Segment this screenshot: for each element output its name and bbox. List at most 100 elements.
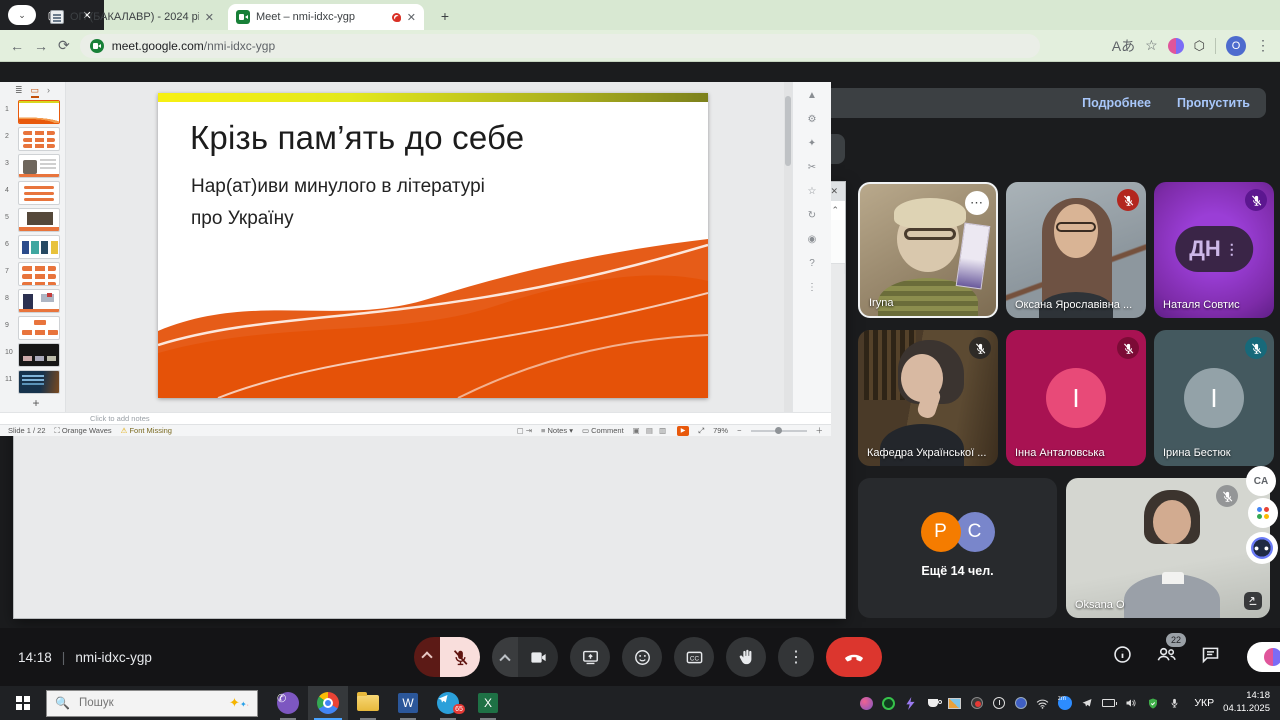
address-bar[interactable]: meet.google.com/nmi-idxc-ygp [80,34,1040,58]
ca-floating-bubble[interactable]: CA [1246,466,1276,496]
outline-view-icon[interactable]: ≣ [15,85,23,98]
language-indicator[interactable]: УКР [1186,697,1222,709]
start-button[interactable] [0,686,46,720]
taskbar-excel[interactable]: X [468,686,508,720]
side-star-icon[interactable]: ☆ [808,186,817,197]
browser-tab-2[interactable]: Meet – nmi-idxc-ygp ✕ [228,4,424,30]
tab-search-button[interactable]: ⌄ [8,5,36,25]
apps-grid-bubble[interactable] [1248,498,1278,528]
more-options-button[interactable]: ⋮ [778,637,814,677]
tray-zoom-icon[interactable]: zm [1054,690,1075,716]
participant-tile-natalia[interactable]: ДН⋮ Наталя Совтис [1154,182,1274,318]
camera-control[interactable] [492,637,558,677]
end-call-button[interactable] [826,637,882,677]
side-eye-icon[interactable]: ◉ [808,234,817,245]
notes-area[interactable]: Click to add notes [0,412,831,424]
details-button[interactable]: Подробнее [1082,96,1151,110]
tray-battery-icon[interactable] [1098,690,1119,716]
new-tab-button[interactable]: + [436,7,454,25]
mic-options-chevron[interactable] [414,637,440,677]
tray-blue-ring-icon[interactable] [1010,690,1031,716]
reactions-button[interactable] [622,637,662,677]
tray-clock[interactable]: 14:18 04.11.2025 [1223,690,1274,716]
scrollbar-thumb[interactable] [785,96,791,166]
tray-telegram-icon[interactable] [1076,690,1097,716]
more-participants-tile[interactable]: P C Ещё 14 чел. [858,478,1057,618]
taskbar-word[interactable]: W [388,686,428,720]
captions-button[interactable] [674,637,714,677]
extensions-puzzle-icon[interactable]: ⬡ [1194,38,1205,54]
tile-options-button[interactable]: ⋯ [965,191,989,215]
side-more-icon[interactable]: ⋮ [807,282,817,293]
side-clip-icon[interactable]: ✂ [808,162,816,173]
font-missing-warning[interactable]: ⚠ Font Missing [121,426,172,435]
tray-defender-icon[interactable] [1142,690,1163,716]
tray-lightning-icon[interactable] [900,690,921,716]
participant-tile-iryna[interactable]: ⋯ Iryna [858,182,998,318]
raise-hand-button[interactable] [726,637,766,677]
view-mode-icons[interactable]: ▣ ▤ ▥ [633,426,668,435]
tray-shield-green-icon[interactable] [878,690,899,716]
collapse-ribbon-icon[interactable]: ⌃ [831,205,839,216]
tray-photos-icon[interactable] [944,690,965,716]
notes-toggle[interactable]: ≡ Notes ▾ [541,426,573,435]
zoom-slider[interactable] [751,430,807,432]
slide-thumbnail-8[interactable] [18,289,60,313]
slide-thumbnail-9[interactable] [18,316,60,340]
close-tab-icon[interactable]: ✕ [205,11,214,24]
zoom-out-button[interactable]: − [737,426,741,435]
participant-tile-inna[interactable]: І Інна Анталовська [1006,330,1146,466]
taskbar-explorer[interactable] [348,686,388,720]
reload-icon[interactable]: ⟳ [58,37,70,54]
mic-muted-button[interactable] [440,637,480,677]
present-button[interactable] [570,637,610,677]
brain-extension-pill[interactable] [1247,642,1280,672]
search-input[interactable] [77,696,207,710]
slide-thumbnail-5[interactable] [18,208,60,232]
tray-mic-icon[interactable] [1164,690,1185,716]
side-help-icon[interactable]: ? [809,258,815,269]
copilot-sparkle-icon[interactable]: ✦✦· [229,695,249,711]
tray-clock-icon[interactable] [988,690,1009,716]
back-icon[interactable]: ← [10,38,24,54]
taskbar-search[interactable]: 🔍 ✦✦· [46,690,258,717]
slide-thumbnail-7[interactable] [18,262,60,286]
participant-tile-iryna-b[interactable]: І Ірина Бестюк [1154,330,1274,466]
zoom-in-button[interactable]: ＋ [816,425,824,436]
people-button[interactable]: 22 [1155,643,1178,671]
slide-thumbnail-4[interactable] [18,181,60,205]
camera-options-chevron[interactable] [492,637,518,677]
ai-robot-bubble[interactable]: ● ● [1246,532,1278,564]
profile-avatar[interactable]: O [1226,36,1246,56]
scroll-up-icon[interactable]: ▲ [807,90,817,101]
slide-view-icon[interactable]: ▭ [31,85,40,98]
expand-panel-icon[interactable]: › [47,85,50,98]
add-slide-button[interactable]: + [28,396,44,410]
participant-tile-oksana-ya[interactable]: Оксана Ярославівна ... [1006,182,1146,318]
browser-tab-1[interactable]: ОП (БАКАЛАВР) - 2024 рік впр ✕ [42,4,222,30]
tray-volume-icon[interactable] [1120,690,1141,716]
side-properties-icon[interactable]: ⚙ [808,114,817,125]
pip-icon[interactable] [1244,592,1262,610]
slideshow-play-button[interactable]: ▶ [677,426,689,436]
slide-thumbnail-1[interactable] [18,100,60,124]
status-icons[interactable]: ▢ ⇥ [517,426,532,435]
tray-record-icon[interactable] [966,690,987,716]
theme-name[interactable]: ⛶ Orange Waves [55,426,112,436]
meeting-info-button[interactable] [1112,644,1133,670]
forward-icon[interactable]: → [34,38,48,54]
slide-thumbnail-11[interactable] [18,370,60,394]
self-view-tile[interactable]: Oksana O [1066,478,1270,618]
bookmark-star-icon[interactable]: ☆ [1145,37,1158,54]
taskbar-telegram[interactable]: 65 [428,686,468,720]
camera-button[interactable] [518,637,558,677]
slide-thumbnail-6[interactable] [18,235,60,259]
tray-cup-icon[interactable] [922,690,943,716]
translate-icon[interactable]: Aあ [1112,36,1135,56]
brain-extension-icon[interactable] [1168,38,1184,54]
dismiss-button[interactable]: Пропустить [1177,96,1250,110]
mic-control[interactable] [414,637,480,677]
participant-tile-kafedra[interactable]: Кафедра Української ... [858,330,998,466]
current-slide[interactable]: Крізь пам’ять до себе Нар(ат)иви минулог… [158,93,708,398]
taskbar-chrome[interactable] [308,686,348,720]
